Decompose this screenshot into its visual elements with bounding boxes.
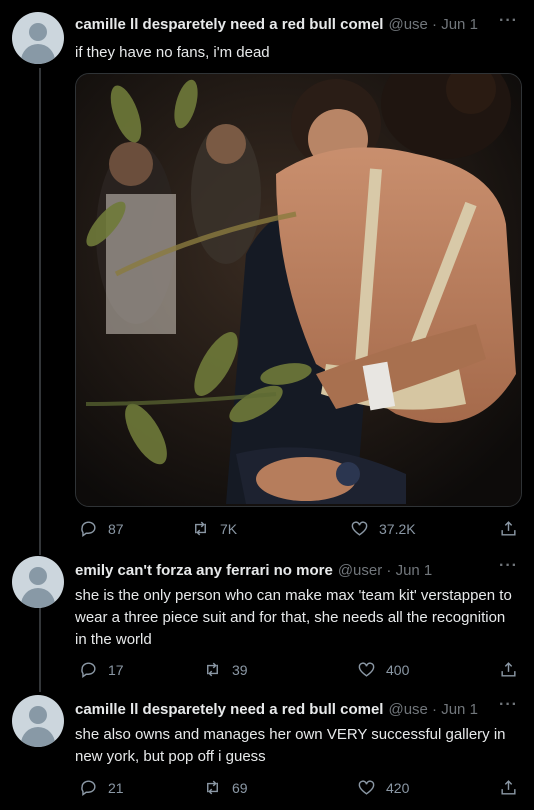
reply-button[interactable]: 87 bbox=[79, 519, 124, 538]
like-button[interactable]: 37.2K bbox=[350, 519, 416, 538]
handle-and-date[interactable]: @use · Jun 1 bbox=[388, 701, 477, 718]
share-icon bbox=[501, 662, 516, 677]
tweet-header: camille ll desparetely need a red bull c… bbox=[75, 699, 522, 719]
like-count: 420 bbox=[386, 779, 410, 796]
tweet-text: if they have no fans, i'm dead bbox=[75, 44, 270, 61]
tweet-actions: 21 69 420 bbox=[75, 778, 520, 800]
reply-count: 87 bbox=[108, 520, 124, 537]
tweet-actions: 87 7K 37.2K bbox=[75, 519, 520, 541]
reply-icon bbox=[81, 780, 96, 797]
display-name[interactable]: camille ll desparetely need a red bull c… bbox=[75, 16, 383, 33]
retweet-count: 7K bbox=[220, 520, 238, 537]
handle-and-date[interactable]: @use · Jun 1 bbox=[388, 16, 477, 33]
like-icon bbox=[358, 780, 375, 795]
more-icon[interactable]: ··· bbox=[499, 557, 518, 575]
tweet[interactable]: camille ll desparetely need a red bull c… bbox=[0, 688, 534, 810]
retweet-icon bbox=[195, 521, 206, 536]
more-icon[interactable]: ··· bbox=[499, 696, 518, 714]
share-icon bbox=[501, 780, 516, 795]
share-icon bbox=[501, 521, 516, 536]
like-button[interactable]: 400 bbox=[357, 660, 409, 679]
like-icon bbox=[358, 662, 375, 677]
retweet-count: 69 bbox=[232, 779, 248, 796]
tweet[interactable]: camille ll desparetely need a red bull c… bbox=[0, 0, 534, 545]
retweet-count: 39 bbox=[232, 661, 248, 678]
reply-count: 21 bbox=[108, 779, 124, 796]
like-count: 37.2K bbox=[379, 520, 416, 537]
tweet-photo[interactable] bbox=[75, 73, 522, 507]
handle-and-date[interactable]: @user · Jun 1 bbox=[338, 562, 432, 579]
retweet-icon bbox=[207, 780, 218, 795]
tweet[interactable]: emily can't forza any ferrari no more @u… bbox=[0, 548, 534, 688]
reply-icon bbox=[81, 662, 96, 679]
like-button[interactable]: 420 bbox=[357, 778, 409, 797]
reply-button[interactable]: 21 bbox=[79, 778, 124, 797]
tweet-header: camille ll desparetely need a red bull c… bbox=[75, 14, 522, 34]
share-button[interactable] bbox=[499, 778, 518, 797]
retweet-button[interactable]: 69 bbox=[203, 778, 248, 797]
display-name[interactable]: camille ll desparetely need a red bull c… bbox=[75, 701, 383, 718]
more-icon[interactable]: ··· bbox=[499, 12, 518, 30]
reply-count: 17 bbox=[108, 661, 124, 678]
like-count: 400 bbox=[386, 661, 410, 678]
reply-icon bbox=[81, 521, 96, 538]
retweet-button[interactable]: 39 bbox=[203, 660, 248, 679]
display-name[interactable]: emily can't forza any ferrari no more bbox=[75, 562, 333, 579]
default-avatar[interactable] bbox=[12, 556, 64, 608]
retweet-icon bbox=[207, 662, 218, 677]
retweet-button[interactable]: 7K bbox=[191, 519, 237, 538]
tweet-header: emily can't forza any ferrari no more @u… bbox=[75, 560, 522, 580]
like-icon bbox=[351, 521, 368, 536]
tweet-text: she is the only person who can make max … bbox=[75, 587, 512, 648]
share-button[interactable] bbox=[499, 660, 518, 679]
share-button[interactable] bbox=[499, 519, 518, 538]
tweet-text: she also owns and manages her own VERY s… bbox=[75, 726, 506, 765]
default-avatar[interactable] bbox=[12, 695, 64, 747]
reply-button[interactable]: 17 bbox=[79, 660, 124, 679]
default-avatar[interactable] bbox=[12, 12, 64, 64]
tweet-actions: 17 39 400 bbox=[75, 660, 520, 682]
